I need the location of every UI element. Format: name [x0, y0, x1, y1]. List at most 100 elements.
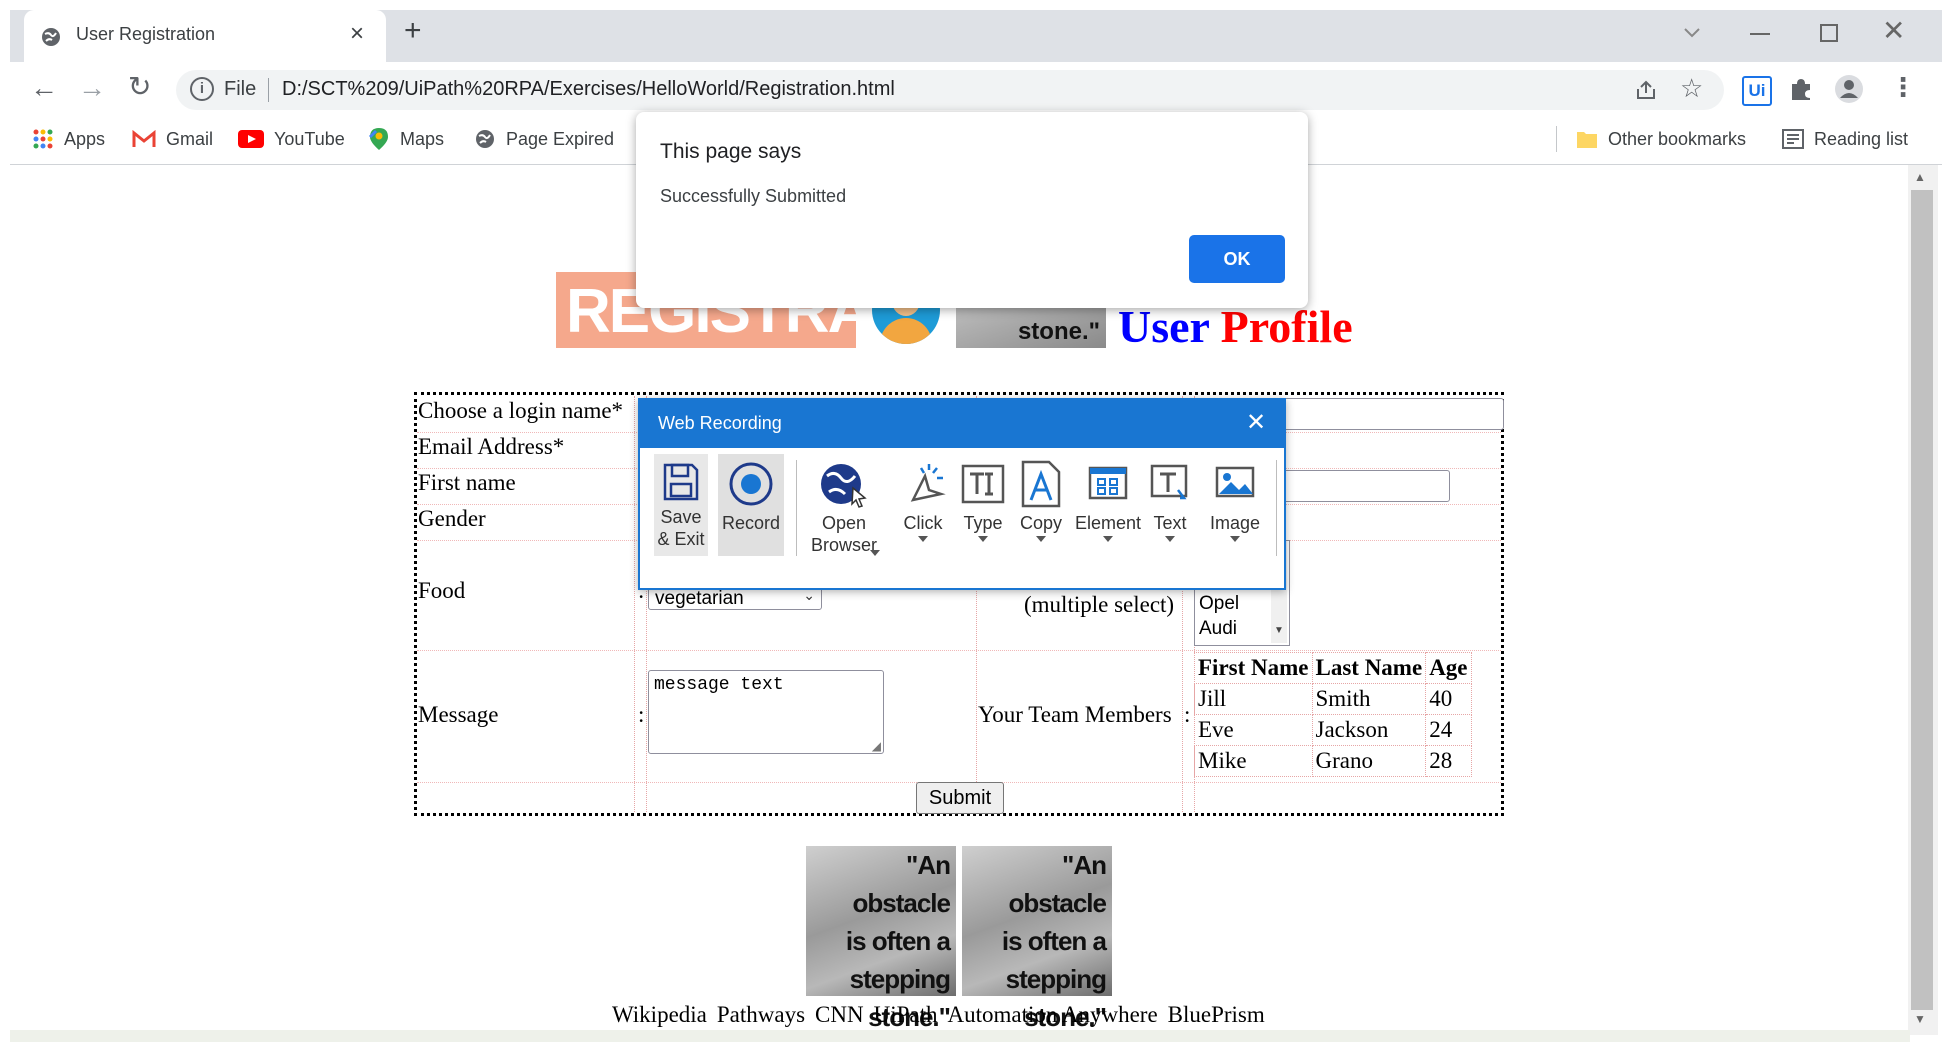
click-cursor-icon [910, 464, 946, 502]
team-header-cell: Last Name [1311, 652, 1427, 684]
bookmark-apps[interactable]: Apps [32, 125, 105, 153]
team-cell: Eve [1194, 714, 1313, 746]
bookmark-gmail[interactable]: Gmail [132, 125, 213, 153]
team-cell: Jill [1194, 683, 1313, 715]
bookmark-star-icon[interactable]: ☆ [1680, 73, 1703, 104]
link-cnn[interactable]: CNN [815, 1002, 864, 1028]
share-icon[interactable] [1634, 79, 1658, 101]
scroll-down-icon[interactable]: ▼ [1914, 1012, 1926, 1026]
link-pathways[interactable]: Pathways [717, 1002, 805, 1028]
click-button[interactable]: Click [896, 460, 950, 542]
bookmark-maps[interactable]: Maps [368, 125, 444, 153]
globe-icon [42, 28, 60, 46]
quote-line: "An obstacle [1008, 850, 1108, 918]
first-name-label: First name [418, 470, 516, 495]
bookmark-youtube[interactable]: YouTube [238, 125, 345, 153]
type-text-icon [961, 464, 1005, 504]
tab-user-registration[interactable]: User Registration × [24, 10, 386, 62]
quote-image: "An obstacle is often a stepping stone." [806, 846, 956, 1032]
quote-line: "An obstacle [852, 850, 952, 918]
close-icon[interactable]: ✕ [1246, 408, 1266, 437]
quote-line: stepping [1005, 964, 1107, 994]
other-bookmarks[interactable]: Other bookmarks [1576, 125, 1746, 153]
car-option[interactable]: Audi [1199, 618, 1237, 640]
gender-label: Gender [418, 506, 486, 531]
scroll-down-icon[interactable]: ▼ [1274, 625, 1284, 636]
submit-button[interactable]: Submit [916, 782, 1004, 814]
reading-list[interactable]: Reading list [1782, 125, 1908, 153]
type-button[interactable]: Type [956, 460, 1010, 542]
open-browser-button[interactable]: Open Browser [804, 460, 884, 556]
quote-line: stepping [849, 964, 951, 994]
profile-avatar-icon[interactable] [1834, 74, 1864, 104]
info-icon[interactable]: i [190, 77, 214, 101]
scroll-up-icon[interactable]: ▲ [1914, 170, 1926, 184]
dropdown-caret-icon[interactable] [1036, 536, 1046, 542]
menu-kebab-icon[interactable]: ⋮ [1890, 72, 1916, 103]
link-wikipedia[interactable]: Wikipedia [612, 1002, 707, 1028]
quote-line: is often a [1001, 926, 1107, 956]
image-picture-icon [1215, 466, 1255, 498]
email-label: Email Address* [418, 434, 565, 459]
dropdown-caret-icon[interactable] [1165, 536, 1175, 542]
team-cell: 40 [1425, 683, 1472, 715]
row-divider [417, 650, 1501, 651]
team-cell: 28 [1425, 745, 1472, 777]
save-exit-button[interactable]: Save & Exit [654, 454, 708, 556]
multiple-select-label: (multiple select) [1024, 592, 1175, 617]
click-label: Click [903, 513, 943, 533]
toolbar-separator [796, 460, 797, 556]
dropdown-caret-icon[interactable] [978, 536, 988, 542]
new-tab-icon[interactable]: + [404, 14, 422, 48]
url-text[interactable]: D:/SCT%209/UiPath%20RPA/Exercises/HelloW… [282, 78, 895, 101]
dropdown-caret-icon[interactable] [870, 550, 880, 556]
ok-button[interactable]: OK [1189, 235, 1285, 283]
dropdown-caret-icon[interactable] [918, 536, 928, 542]
food-selected-value: vegetarian [655, 588, 744, 609]
link-uipath[interactable]: UiPath [874, 1002, 938, 1028]
table-row: Mike Grano 28 [1194, 745, 1472, 777]
back-icon[interactable]: ← [30, 72, 58, 104]
minimize-icon[interactable] [1750, 33, 1770, 35]
web-recording-titlebar[interactable]: Web Recording ✕ [640, 400, 1284, 448]
reload-icon[interactable]: ↻ [128, 70, 151, 103]
text-button[interactable]: Text [1146, 460, 1194, 542]
maps-pin-icon [368, 128, 388, 150]
record-button[interactable]: Record [718, 454, 784, 556]
link-automation-anywhere[interactable]: Automation Anywhere [948, 1002, 1158, 1028]
close-tab-icon[interactable]: × [350, 20, 364, 48]
bookmark-page-expired[interactable]: Page Expired [474, 125, 614, 153]
dropdown-caret-icon[interactable] [1103, 536, 1113, 542]
gmail-icon [132, 130, 156, 147]
web-recording-title: Web Recording [658, 413, 782, 433]
uipath-extension-icon[interactable]: Ui [1742, 76, 1772, 106]
dropdown-caret-icon[interactable] [1230, 536, 1240, 542]
element-button[interactable]: Element [1072, 460, 1144, 542]
team-cell: Mike [1194, 745, 1313, 777]
login-name-input[interactable] [1280, 398, 1504, 430]
team-cell: 24 [1425, 714, 1472, 746]
close-window-icon[interactable]: ✕ [1882, 14, 1905, 47]
forward-icon[interactable]: → [78, 72, 106, 104]
extensions-puzzle-icon[interactable] [1788, 76, 1814, 102]
address-bar[interactable]: i File D:/SCT%209/UiPath%20RPA/Exercises… [176, 70, 1724, 110]
car-option[interactable]: Opel [1199, 593, 1239, 615]
element-grid-icon [1088, 466, 1128, 500]
youtube-icon [238, 130, 264, 148]
table-row: Jill Smith 40 [1194, 683, 1472, 715]
save-line: Save [660, 507, 702, 527]
link-blueprism[interactable]: BluePrism [1168, 1002, 1265, 1028]
first-name-input[interactable] [1280, 470, 1450, 502]
tab-search-chevron-icon[interactable] [1682, 26, 1702, 40]
tab-title: User Registration [76, 24, 216, 44]
image-button[interactable]: Image [1202, 460, 1268, 542]
copy-button[interactable]: Copy [1014, 460, 1068, 542]
scrollbar-thumb[interactable] [1911, 190, 1933, 1010]
resize-handle-icon[interactable]: ◢ [872, 739, 881, 753]
message-label: Message [418, 702, 499, 727]
web-recording-panel: Web Recording ✕ Save & Exit Record Open … [638, 398, 1286, 590]
message-textarea[interactable]: message text ◢ [648, 670, 884, 754]
horizontal-scrollbar[interactable] [10, 1030, 1910, 1042]
toolbar-separator [1276, 460, 1277, 556]
restore-icon[interactable] [1820, 24, 1838, 42]
